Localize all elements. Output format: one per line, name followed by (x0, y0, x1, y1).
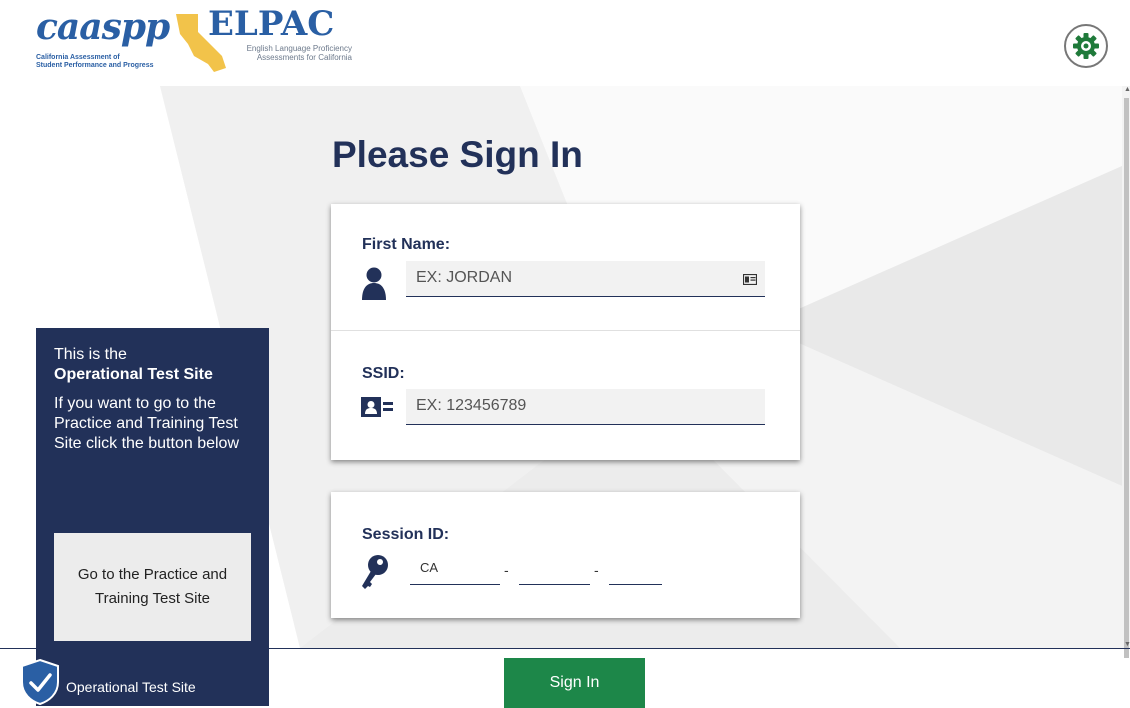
caaspp-logo-mark: caaspp (36, 6, 170, 48)
first-name-label: First Name: (362, 236, 451, 253)
scrollbar[interactable]: ▲ ▼ (1122, 86, 1130, 658)
session-id-label: Session ID: (362, 526, 450, 543)
ssid-placeholder: EX: 123456789 (416, 397, 527, 414)
go-to-practice-site-button[interactable]: Go to the Practice and Training Test Sit… (54, 533, 251, 641)
student-info-card: First Name: EX: JORDAN SSID: EX: 1234567… (331, 204, 800, 460)
notice-line1: This is the (54, 346, 127, 363)
gear-icon (1073, 33, 1099, 59)
first-name-input[interactable]: EX: JORDAN (406, 261, 765, 297)
caaspp-subtitle-line2: Student Performance and Progress (36, 62, 154, 69)
caaspp-subtitle-line1: California Assessment of (36, 54, 120, 61)
first-name-placeholder: EX: JORDAN (416, 269, 513, 286)
scroll-down-arrow-icon[interactable]: ▼ (1124, 641, 1130, 648)
elpac-logo: ELPAC English Language Proficiency Asses… (172, 4, 362, 74)
page-title: Please Sign In (332, 134, 583, 175)
id-badge-icon (361, 397, 393, 417)
settings-button[interactable] (1064, 24, 1108, 68)
caaspp-logo: caaspp California Assessment of Student … (36, 6, 176, 76)
elpac-title: ELPAC (208, 4, 335, 44)
ssid-label: SSID: (362, 365, 405, 382)
person-icon (362, 267, 386, 300)
shield-check-icon (21, 658, 59, 706)
sign-in-button[interactable]: Sign In (504, 658, 645, 708)
session-id-prefix: CA (420, 560, 439, 575)
session-id-suffix-input[interactable] (609, 549, 662, 585)
ssid-input[interactable]: EX: 123456789 (406, 389, 765, 425)
elpac-subtitle-line1: English Language Proficiency (246, 44, 352, 53)
header: caaspp California Assessment of Student … (0, 0, 1130, 86)
scroll-thumb[interactable] (1124, 98, 1129, 658)
card-divider (331, 330, 800, 331)
session-id-separator: - (504, 562, 509, 578)
id-card-icon (743, 274, 757, 285)
session-card: Session ID: CA - - (331, 492, 800, 618)
notice-line3: If you want to go to the Practice and Tr… (54, 395, 239, 452)
session-id-middle-input[interactable] (519, 549, 590, 585)
session-id-prefix-input[interactable]: CA (410, 549, 500, 585)
scroll-up-arrow-icon[interactable]: ▲ (1124, 86, 1130, 93)
footer-site-label: Operational Test Site (66, 679, 196, 695)
notice-line2: Operational Test Site (54, 366, 213, 383)
session-id-separator: - (594, 562, 599, 578)
operational-site-notice: This is the Operational Test Site If you… (36, 328, 269, 706)
elpac-subtitle-line2: Assessments for California (256, 53, 352, 62)
key-icon (362, 555, 388, 589)
